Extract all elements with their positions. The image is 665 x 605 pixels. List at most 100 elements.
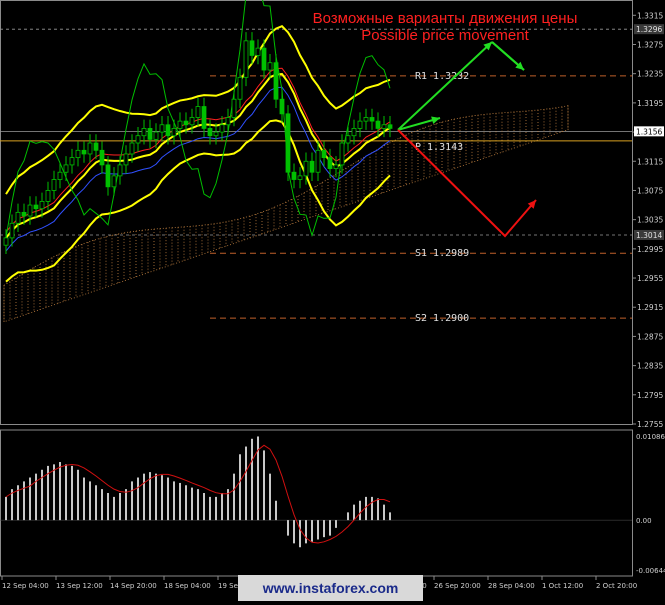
- candle-body: [201, 106, 207, 129]
- y-tick-label: 1.2835: [637, 362, 663, 371]
- candle-body: [351, 128, 357, 137]
- candle-body: [237, 76, 243, 100]
- x-tick-label: 1 Oct 12:00: [542, 582, 583, 590]
- candle-body: [129, 142, 135, 155]
- pivot-level-label: S2 1.2900: [415, 313, 469, 324]
- chart-title-en: Possible price movement: [361, 27, 529, 44]
- candle-body: [141, 128, 147, 137]
- candle-body: [159, 124, 165, 133]
- candle-body: [321, 149, 327, 159]
- candle-body: [117, 164, 123, 177]
- y-tick-label: 1.2915: [637, 303, 663, 312]
- candle-body: [339, 142, 345, 166]
- x-tick-label: 2 Oct 20:00: [596, 582, 637, 590]
- candle-body: [27, 204, 33, 217]
- candle-body: [9, 222, 15, 239]
- candle-body: [279, 98, 285, 115]
- candle-body: [225, 117, 231, 126]
- candle-body: [261, 47, 267, 71]
- candle-body: [345, 135, 351, 144]
- price-tag-label: 1.3014: [636, 231, 662, 240]
- candle-body: [111, 175, 117, 188]
- y-tick-label: 1.3315: [637, 11, 663, 20]
- y-tick-label: 1.2955: [637, 274, 663, 283]
- tenkan-line: [5, 67, 391, 233]
- candle-body: [375, 120, 381, 129]
- x-tick-label: 28 Sep 04:00: [488, 582, 535, 590]
- candle-body: [381, 124, 387, 129]
- candle-body: [81, 149, 87, 155]
- y-tick-label: 1.3235: [637, 70, 663, 79]
- candle-body: [123, 153, 129, 166]
- candle-body: [273, 62, 279, 100]
- candle-body: [177, 120, 183, 129]
- candle-body: [219, 124, 225, 133]
- candle-body: [315, 149, 321, 173]
- candle-body: [45, 190, 51, 202]
- chart-canvas: R1 1.3232 P 1.3143 S1 1.2989 S2 1.2900 1.33…: [0, 0, 665, 590]
- candle-body: [3, 237, 9, 246]
- osc-y-tick-label: 0.00: [636, 517, 652, 525]
- candle-body: [69, 157, 75, 166]
- candle-body: [267, 62, 273, 71]
- chart-title-ru: Возможные варианты движения цены: [313, 10, 578, 27]
- y-tick-label: 1.2755: [637, 420, 663, 429]
- candle-body: [387, 124, 393, 129]
- pivot-level-label: P 1.3143: [415, 142, 463, 153]
- candle-body: [63, 164, 69, 173]
- candle-body: [213, 131, 219, 137]
- y-tick-label: 1.3075: [637, 186, 663, 195]
- candle-body: [57, 171, 63, 180]
- candle-body: [333, 164, 339, 169]
- watermark-badge: www.instaforex.com: [238, 575, 423, 601]
- candle-body: [255, 47, 261, 56]
- y-tick-label: 1.2875: [637, 332, 663, 341]
- y-tick-label: 1.2995: [637, 245, 663, 254]
- candle-body: [285, 113, 291, 173]
- candle-body: [93, 142, 99, 151]
- candle-body: [183, 120, 189, 126]
- price-tag-label: 1.3156: [636, 127, 662, 136]
- candle-body: [369, 117, 375, 122]
- candle-body: [195, 106, 201, 118]
- candle-body: [327, 157, 333, 169]
- candle-body: [291, 171, 297, 180]
- candle-body: [33, 204, 39, 210]
- y-tick-label: 1.3035: [637, 216, 663, 225]
- osc-y-tick-label: 0.01086: [636, 433, 665, 441]
- candle-body: [153, 131, 159, 140]
- candle-body: [171, 128, 177, 137]
- candle-body: [21, 211, 27, 217]
- x-tick-label: 14 Sep 20:00: [110, 582, 157, 590]
- candle-body: [303, 160, 309, 177]
- candle-body: [231, 98, 237, 118]
- candle-body: [87, 142, 93, 155]
- y-tick-label: 1.3195: [637, 99, 663, 108]
- x-tick-label: 12 Sep 04:00: [2, 582, 49, 590]
- y-tick-label: 1.3115: [637, 157, 663, 166]
- x-tick-label: 18 Sep 04:00: [164, 582, 211, 590]
- price-tag-label: 1.3296: [636, 25, 662, 34]
- candle-body: [309, 160, 315, 173]
- candle-body: [363, 117, 369, 122]
- candle-body: [15, 211, 21, 224]
- y-tick-label: 1.2795: [637, 391, 663, 400]
- candle-body: [243, 40, 249, 78]
- arrow-up-main: [397, 41, 493, 131]
- candle-body: [297, 175, 303, 180]
- candle-body: [147, 128, 153, 140]
- candle-body: [135, 135, 141, 144]
- candle-body: [249, 40, 255, 56]
- candle-body: [105, 164, 111, 188]
- candle-body: [99, 149, 105, 166]
- y-tick-label: 1.3275: [637, 40, 663, 49]
- x-tick-label: 26 Sep 20:00: [434, 582, 481, 590]
- candle-body: [207, 128, 213, 137]
- candle-body: [75, 149, 81, 159]
- x-tick-label: 13 Sep 12:00: [56, 582, 103, 590]
- osc-y-tick-label: -0.00644: [636, 567, 665, 575]
- bollinger-lower: [5, 119, 391, 283]
- pivot-level-label: S1 1.2989: [415, 248, 469, 259]
- pivot-level-label: R1 1.3232: [415, 71, 469, 82]
- candle-body: [51, 179, 57, 191]
